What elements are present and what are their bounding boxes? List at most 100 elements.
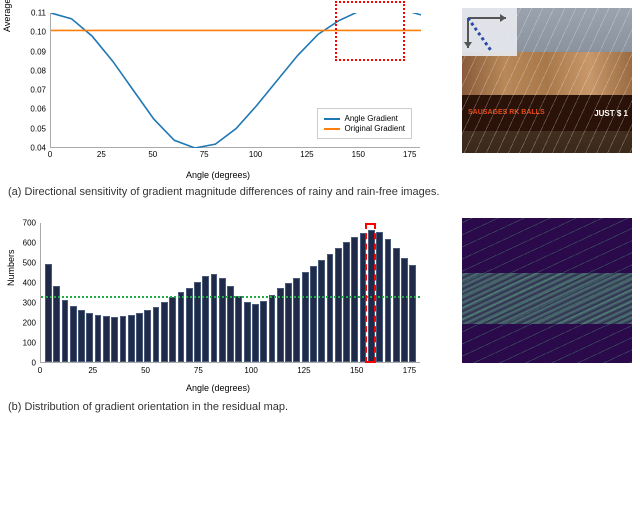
y-tick-label: 200: [23, 319, 36, 328]
y-tick-label: 700: [23, 219, 36, 228]
legend: Angle Gradient Original Gradient: [317, 108, 412, 139]
bar: [302, 272, 309, 362]
bar: [111, 317, 118, 362]
x-tick-label: 175: [403, 150, 416, 159]
residual-streaks-icon: [462, 218, 632, 363]
bar: [194, 282, 201, 362]
caption-a: (a) Directional sensitivity of gradient …: [8, 186, 632, 198]
x-tick-label: 0: [48, 150, 52, 159]
x-tick-label: 100: [249, 150, 262, 159]
line-y-axis-label: Average Magnitude: [2, 0, 12, 53]
y-tick-label: 0.07: [30, 86, 46, 95]
bar: [335, 248, 342, 362]
y-tick-label: 0.11: [31, 9, 46, 18]
x-tick-label: 125: [300, 150, 313, 159]
line-y-ticks: 0.040.050.060.070.080.090.100.11: [30, 13, 48, 148]
bar: [211, 274, 218, 362]
gradient-direction-inset: [462, 8, 517, 56]
line-chart: Average Magnitude 0.040.050.060.070.080.…: [8, 8, 428, 178]
bar: [45, 264, 52, 362]
y-tick-label: 0.05: [30, 124, 46, 133]
bar: [351, 237, 358, 362]
x-tick-label: 125: [297, 366, 310, 375]
legend-swatch-orange-icon: [324, 128, 340, 130]
y-tick-label: 500: [23, 259, 36, 268]
panel-b: Numbers 0100200300400500600700 025507510…: [8, 218, 632, 393]
y-tick-label: 0.09: [30, 47, 46, 56]
bar: [285, 283, 292, 362]
highlight-box-icon: [335, 1, 405, 61]
bar-chart: Numbers 0100200300400500600700 025507510…: [8, 218, 428, 393]
bar: [393, 248, 400, 362]
bar: [244, 302, 251, 362]
y-tick-label: 600: [23, 239, 36, 248]
bar: [219, 278, 226, 362]
legend-label-original: Original Gradient: [345, 124, 405, 133]
bar: [178, 292, 185, 362]
legend-swatch-blue-icon: [324, 118, 340, 120]
x-tick-label: 0: [38, 366, 42, 375]
mean-line-icon: [41, 296, 420, 298]
legend-row-angle: Angle Gradient: [324, 114, 405, 123]
x-tick-label: 175: [403, 366, 416, 375]
bar: [260, 301, 267, 362]
line-plot-region: Angle Gradient Original Gradient: [50, 13, 420, 148]
residual-map-thumbnail: [462, 218, 632, 363]
y-tick-label: 0.10: [30, 28, 46, 37]
y-tick-label: 100: [23, 339, 36, 348]
x-tick-label: 50: [148, 150, 157, 159]
bar: [202, 276, 209, 362]
bar-x-axis-label: Angle (degrees): [186, 383, 250, 393]
legend-label-angle: Angle Gradient: [345, 114, 398, 123]
bar: [385, 239, 392, 362]
bar: [120, 316, 127, 362]
bar-y-ticks: 0100200300400500600700: [20, 223, 38, 363]
line-x-axis-label: Angle (degrees): [186, 170, 250, 180]
x-tick-label: 50: [141, 366, 150, 375]
y-tick-label: 0.08: [30, 66, 46, 75]
y-tick-label: 400: [23, 279, 36, 288]
panel-a: Average Magnitude 0.040.050.060.070.080.…: [8, 8, 632, 178]
rainy-image-thumbnail: SAUSAGES RK BALLS JUST $ 1: [462, 8, 632, 153]
bar: [293, 278, 300, 362]
x-tick-label: 25: [88, 366, 97, 375]
bar: [235, 296, 242, 362]
bar: [169, 297, 176, 362]
peak-highlight-icon: [365, 223, 376, 363]
caption-b: (b) Distribution of gradient orientation…: [8, 401, 632, 413]
bar: [269, 295, 276, 362]
bar-plot-region: [40, 223, 420, 363]
bar: [70, 306, 77, 362]
bar: [252, 304, 259, 362]
bar: [401, 258, 408, 362]
bar: [153, 307, 160, 362]
figure-container: Average Magnitude 0.04 0.05 0.06 0.07 0.08 0.…: [0, 0, 640, 441]
y-tick-label: 300: [23, 299, 36, 308]
bar-chart-area: Numbers 0100200300400500600700 025507510…: [8, 218, 447, 393]
x-tick-label: 150: [352, 150, 365, 159]
bar: [318, 260, 325, 362]
bar: [62, 300, 69, 362]
bar: [78, 310, 85, 362]
bar: [277, 288, 284, 362]
direction-arrows-icon: [462, 8, 517, 56]
bars-container: [41, 223, 420, 362]
line-chart-area: Average Magnitude 0.040.050.060.070.080.…: [8, 8, 447, 178]
y-tick-label: 0.04: [30, 144, 46, 153]
bar: [128, 315, 135, 362]
legend-row-original: Original Gradient: [324, 124, 405, 133]
x-tick-label: 150: [350, 366, 363, 375]
bar: [343, 242, 350, 362]
bar: [409, 265, 416, 362]
bar: [161, 302, 168, 362]
bar: [186, 288, 193, 362]
bar: [136, 313, 143, 362]
bar: [95, 315, 102, 362]
y-tick-label: 0.06: [30, 105, 46, 114]
x-tick-label: 75: [200, 150, 209, 159]
x-tick-label: 100: [244, 366, 257, 375]
bar: [327, 254, 334, 362]
bar: [144, 310, 151, 362]
bar-y-axis-label: Numbers: [6, 249, 16, 286]
bar: [86, 313, 93, 362]
